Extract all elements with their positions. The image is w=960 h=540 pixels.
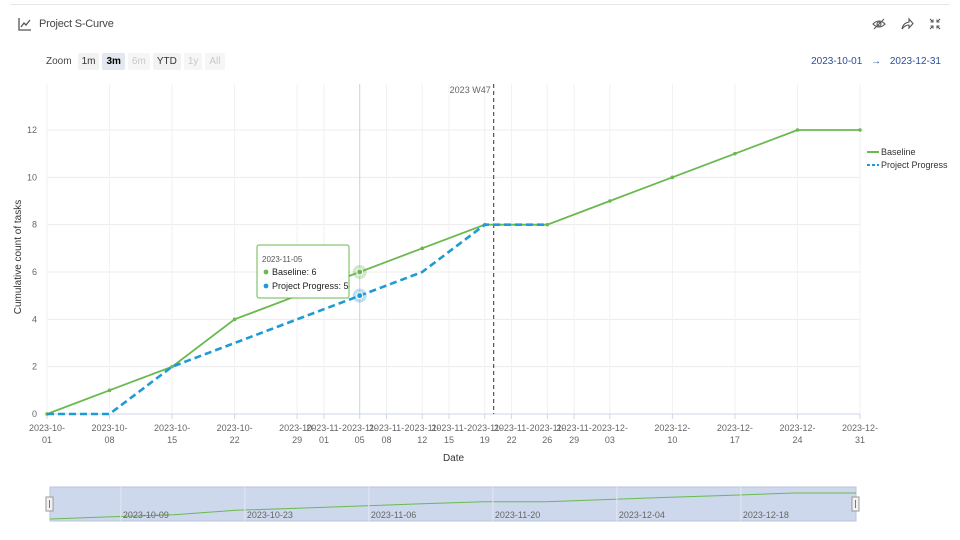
x-tick-label: 2023-10- [154, 423, 190, 433]
x-tick-label: 24 [792, 435, 802, 445]
baseline-point [107, 388, 112, 393]
x-tick-label: 17 [730, 435, 740, 445]
x-tick-label: 2023-12- [842, 423, 878, 433]
hover-point [356, 268, 364, 276]
x-tick-label: 12 [417, 435, 427, 445]
x-tick-label: 2023-12- [654, 423, 690, 433]
x-tick-label: 22 [507, 435, 517, 445]
x-tick-label: 01 [319, 435, 329, 445]
x-tick-label: 2023-12- [779, 423, 815, 433]
x-tick-label: 2023-11- [556, 423, 591, 433]
y-tick-label: 12 [27, 125, 37, 135]
x-tick-label: 15 [167, 435, 177, 445]
x-tick-label: 2023-11- [431, 423, 466, 433]
baseline-point [545, 222, 550, 227]
baseline-point [733, 151, 737, 156]
tooltip-row: Baseline: 6 [272, 267, 317, 277]
x-tick-label: 22 [230, 435, 240, 445]
navigator-window[interactable] [49, 486, 857, 522]
x-tick-label: 2023-11- [306, 423, 341, 433]
baseline-point [795, 128, 800, 132]
x-tick-label: 03 [605, 435, 615, 445]
x-tick-label: 15 [444, 435, 454, 445]
tooltip-row: Project Progress: 5 [272, 281, 349, 291]
navigator-label: 2023-10-09 [123, 510, 169, 520]
x-axis-title: Date [443, 453, 465, 464]
navigator-label: 2023-11-06 [371, 510, 416, 520]
y-tick-label: 4 [32, 314, 37, 324]
baseline-point [232, 317, 237, 322]
navigator-label: 2023-10-23 [247, 510, 293, 520]
y-tick-label: 6 [32, 267, 37, 277]
baseline-point [170, 364, 174, 369]
baseline-point [670, 175, 675, 180]
y-tick-label: 8 [32, 220, 37, 230]
baseline-point [858, 128, 862, 132]
x-tick-label: 2023-12- [717, 423, 753, 433]
navigator-label: 2023-12-18 [743, 510, 789, 520]
y-tick-label: 0 [32, 409, 37, 419]
legend-item: Baseline [881, 147, 916, 157]
legend-item: Project Progress [881, 160, 948, 170]
x-tick-label: 2023-12- [592, 423, 628, 433]
s-curve-chart: 0246810122023-10-012023-10-082023-10-152… [13, 84, 948, 522]
navigator-label: 2023-11-20 [495, 510, 540, 520]
x-tick-label: 2023-10- [217, 423, 253, 433]
y-tick-label: 10 [27, 172, 37, 182]
baseline-point [420, 246, 425, 251]
x-tick-label: 2023-11- [494, 423, 529, 433]
x-tick-label: 19 [480, 435, 490, 445]
x-tick-label: 2023-10- [92, 423, 128, 433]
week-marker-label: 2023 W47 [450, 85, 491, 95]
baseline-point [608, 199, 612, 203]
x-tick-label: 2023-11- [369, 423, 404, 433]
y-axis-title: Cumulative count of tasks [13, 200, 24, 315]
x-tick-label: 08 [105, 435, 115, 445]
x-tick-label: 08 [381, 435, 391, 445]
x-tick-label: 05 [355, 435, 365, 445]
navigator-label: 2023-12-04 [619, 510, 665, 520]
x-tick-label: 29 [292, 435, 302, 445]
tooltip-marker [263, 269, 269, 275]
x-tick-label: 01 [42, 435, 52, 445]
x-tick-label: 31 [855, 435, 865, 445]
tooltip-marker [263, 283, 269, 289]
tooltip-date: 2023-11-05 [262, 255, 303, 264]
x-tick-label: 29 [569, 435, 579, 445]
x-tick-label: 2023-10- [29, 423, 65, 433]
x-tick-label: 26 [542, 435, 552, 445]
y-tick-label: 2 [32, 362, 37, 372]
hover-point [356, 292, 364, 300]
x-tick-label: 10 [667, 435, 677, 445]
